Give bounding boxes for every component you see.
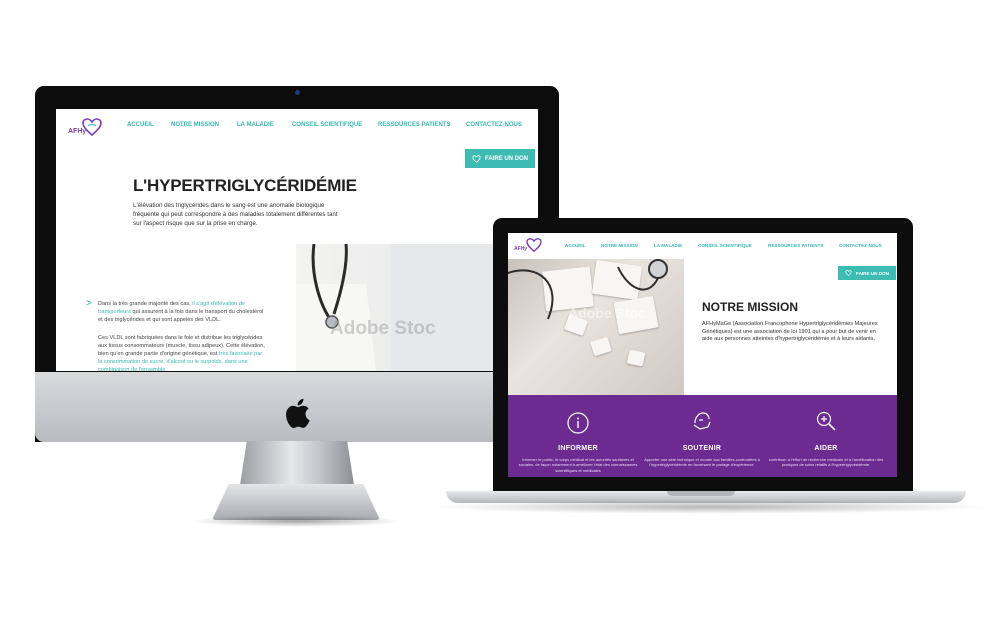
donate-label: FAIRE UN DON xyxy=(856,270,889,276)
pillar-text: contribuer à l'effort de recherche médic… xyxy=(768,457,884,468)
nav-accueil[interactable]: ACCUEIL xyxy=(565,243,585,248)
info-icon xyxy=(567,412,589,434)
pillar-title: AIDER xyxy=(814,445,838,452)
pillar-title: SOUTENIR xyxy=(682,445,722,452)
logo-text: AFHy xyxy=(514,246,528,252)
magnifier-plus-icon xyxy=(816,411,836,431)
nav-conseil-scientifique[interactable]: CONSEIL SCIENTIFIQUE xyxy=(698,243,752,248)
imac-screen: AFHy ACCUEIL NOTRE MISSION LA MALADIE CO… xyxy=(56,109,538,371)
nav-notre-mission[interactable]: NOTRE MISSION xyxy=(171,122,219,128)
macbook-notch xyxy=(667,491,735,496)
imac-shadow xyxy=(190,515,402,527)
donate-button[interactable]: FAIRE UN DON xyxy=(465,149,535,168)
nav-la-maladie[interactable]: LA MALADIE xyxy=(237,122,274,128)
pillar-text: Informer le public, le corps médical et … xyxy=(518,457,638,473)
puzzle-photo: Adobe Stoc xyxy=(508,259,684,395)
nav-notre-mission[interactable]: NOTRE MISSION xyxy=(601,243,638,248)
page-title: NOTRE MISSION xyxy=(702,300,799,314)
stethoscope-icon xyxy=(508,259,668,320)
nav-contactez-nous[interactable]: CONTACTEZ-NOUS xyxy=(466,122,522,128)
nav-contactez-nous[interactable]: CONTACTEZ-NOUS xyxy=(839,243,882,248)
logo-text: AFHy xyxy=(68,128,87,135)
page-title: L'HYPERTRIGLYCÉRIDÉMIE xyxy=(133,176,357,195)
stock-watermark: Adobe Stoc xyxy=(568,305,646,321)
macbook-screen: AFHy ACCUEIL NOTRE MISSION LA MALADIE CO… xyxy=(508,233,897,477)
nav-accueil[interactable]: ACCUEIL xyxy=(127,122,154,128)
pillar-title: INFORMER xyxy=(558,445,598,452)
heart-icon xyxy=(472,154,481,163)
donate-button[interactable]: FAIRE UN DON xyxy=(838,266,896,280)
nav-conseil-scientifique[interactable]: CONSEIL SCIENTIFIQUE xyxy=(292,122,362,128)
camera-icon xyxy=(295,90,300,95)
heart-logo-icon xyxy=(526,238,542,252)
intro-text: L'élévation des triglycérides dans le sa… xyxy=(133,202,338,227)
pillar-text: Apporter une aide technique et morale au… xyxy=(644,457,760,468)
nav-la-maladie[interactable]: LA MALADIE xyxy=(654,243,682,248)
site-logo[interactable]: AFHy xyxy=(68,118,104,140)
nav-ressources-patients[interactable]: RESSOURCES PATIENTS xyxy=(768,243,823,248)
mission-pillars: INFORMER Informer le public, le corps mé… xyxy=(508,395,897,477)
paragraph-transporteurs: Dans la très grande majorité des cas, il… xyxy=(98,301,264,323)
chevron-right-icon: > xyxy=(86,298,92,309)
mission-text: AFHyMaGe (Association Francophone Hypert… xyxy=(702,321,878,343)
macbook-shadow xyxy=(430,500,990,514)
apple-logo-icon xyxy=(286,398,310,428)
heart-icon xyxy=(845,270,852,276)
imac-stand xyxy=(240,441,354,485)
site-logo[interactable]: AFHy xyxy=(514,238,544,256)
nav-ressources-patients[interactable]: RESSOURCES PATIENTS xyxy=(378,122,450,128)
stock-watermark: Adobe Stoc xyxy=(330,318,436,339)
helping-hand-icon xyxy=(693,412,711,430)
donate-label: FAIRE UN DON xyxy=(484,155,528,162)
paragraph-vldl: Ces VLDL sont fabriquées dans le foie et… xyxy=(98,335,265,371)
